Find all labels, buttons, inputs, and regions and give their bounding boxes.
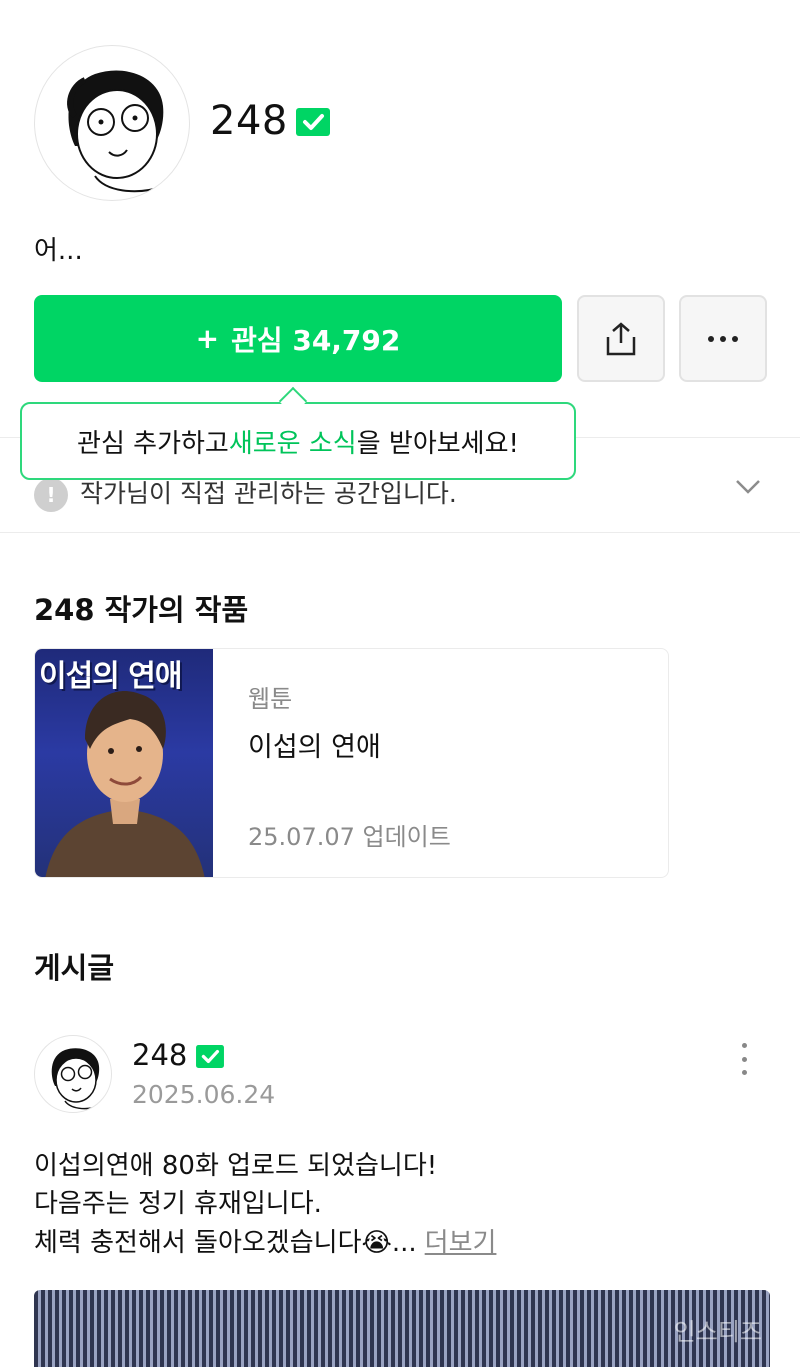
profile-avatar[interactable] bbox=[34, 45, 190, 201]
chevron-down-icon[interactable] bbox=[734, 472, 762, 500]
more-icon bbox=[708, 335, 738, 342]
profile-name: 248 bbox=[210, 98, 288, 144]
work-card[interactable]: 이섭의 연애 웹툰 이섭의 연애 25.07.07 업데이트 bbox=[34, 648, 669, 878]
avatar-drawing bbox=[67, 70, 166, 193]
post-author-name[interactable]: 248 bbox=[132, 1038, 187, 1072]
more-options-button[interactable] bbox=[679, 295, 767, 382]
work-updated-date: 25.07.07 업데이트 bbox=[248, 823, 451, 851]
avatar-drawing-small bbox=[51, 1048, 101, 1110]
tooltip-text-accent: 새로운 소식 bbox=[228, 428, 357, 459]
post-text-line-content: 체력 충전해서 돌아오겠습니다😭... bbox=[34, 1228, 417, 1258]
posts-section-title: 게시글 bbox=[34, 951, 115, 985]
work-type: 웹툰 bbox=[248, 685, 293, 713]
post-text-line: 이섭의연애 80화 업로드 되었습니다! bbox=[34, 1151, 438, 1181]
works-section-title: 248 작가의 작품 bbox=[34, 593, 249, 627]
post-text-line: 체력 충전해서 돌아오겠습니다😭... 더보기 bbox=[34, 1222, 496, 1259]
post-image[interactable] bbox=[34, 1290, 770, 1367]
post-author-avatar[interactable] bbox=[34, 1035, 112, 1113]
post-text-line: 다음주는 정기 휴재입니다. bbox=[34, 1189, 322, 1219]
post-menu-icon[interactable] bbox=[737, 1043, 751, 1075]
tooltip-text-after: 을 받아보세요! bbox=[356, 428, 519, 459]
follow-tooltip: 관심 추가하고 새로운 소식 을 받아보세요! bbox=[20, 402, 576, 480]
post-date: 2025.06.24 bbox=[132, 1080, 276, 1109]
share-button[interactable] bbox=[577, 295, 665, 382]
verified-badge-icon bbox=[296, 108, 330, 136]
tooltip-text-before: 관심 추가하고 bbox=[77, 428, 229, 459]
work-cover-image: 이섭의 연애 bbox=[35, 649, 213, 877]
profile-bio: 어... bbox=[34, 236, 83, 266]
read-more-link[interactable]: 더보기 bbox=[425, 1228, 497, 1258]
plus-icon: + bbox=[195, 322, 220, 355]
follow-label: 관심 34,792 bbox=[231, 323, 401, 357]
work-name: 이섭의 연애 bbox=[248, 732, 381, 763]
cover-title: 이섭의 연애 bbox=[39, 659, 182, 694]
follow-button[interactable]: + 관심 34,792 bbox=[34, 295, 562, 382]
verified-badge-icon bbox=[196, 1045, 224, 1068]
info-icon: ! bbox=[34, 478, 68, 512]
share-icon bbox=[606, 321, 636, 355]
watermark: 인스티즈 bbox=[673, 1318, 762, 1346]
